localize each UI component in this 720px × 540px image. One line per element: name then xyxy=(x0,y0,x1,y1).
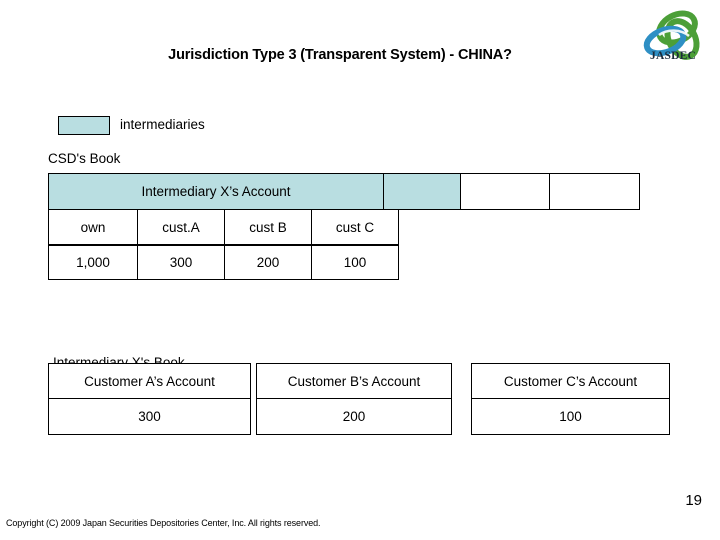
legend-swatch-intermediaries xyxy=(58,116,110,135)
jasdec-wordmark: JASDEC xyxy=(650,50,696,62)
customer-b-account-header: Customer B’s Account xyxy=(256,363,452,399)
customer-b-account-value: 200 xyxy=(256,398,452,435)
customer-a-account-box: Customer A’s Account 300 xyxy=(48,363,251,435)
csd-book-table: Intermediary X’s Account own cust.A cust… xyxy=(48,173,640,280)
csd-header-extra-cell-1 xyxy=(383,173,461,210)
csd-header-extra-cell-3 xyxy=(549,173,640,210)
csd-column-header-own: own xyxy=(48,209,138,245)
csd-table-header-row: Intermediary X’s Account xyxy=(48,173,640,210)
csd-value-cust-a: 300 xyxy=(137,244,225,280)
customer-c-account-header: Customer C’s Account xyxy=(471,363,670,399)
csd-table-value-row: 1,000 300 200 100 xyxy=(48,244,640,280)
customer-c-account-value: 100 xyxy=(471,398,670,435)
csd-header-intermediary-x-account: Intermediary X’s Account xyxy=(48,173,384,210)
customer-a-account-value: 300 xyxy=(48,398,251,435)
page-number: 19 xyxy=(685,492,702,509)
csd-column-header-cust-b: cust B xyxy=(224,209,312,245)
csd-book-label: CSD's Book xyxy=(48,151,121,166)
csd-header-extra-cell-2 xyxy=(460,173,550,210)
customer-c-account-box: Customer C’s Account 100 xyxy=(471,363,670,435)
customer-a-account-header: Customer A’s Account xyxy=(48,363,251,399)
csd-column-header-cust-a: cust.A xyxy=(137,209,225,245)
csd-value-own: 1,000 xyxy=(48,244,138,280)
csd-table-column-header-row: own cust.A cust B cust C xyxy=(48,209,640,245)
page-title: Jurisdiction Type 3 (Transparent System)… xyxy=(168,47,512,63)
customer-b-account-box: Customer B’s Account 200 xyxy=(256,363,452,435)
copyright-notice: Copyright (C) 2009 Japan Securities Depo… xyxy=(6,518,321,528)
legend-label-intermediaries: intermediaries xyxy=(120,117,205,132)
csd-value-cust-c: 100 xyxy=(311,244,399,280)
csd-value-cust-b: 200 xyxy=(224,244,312,280)
csd-column-header-cust-c: cust C xyxy=(311,209,399,245)
